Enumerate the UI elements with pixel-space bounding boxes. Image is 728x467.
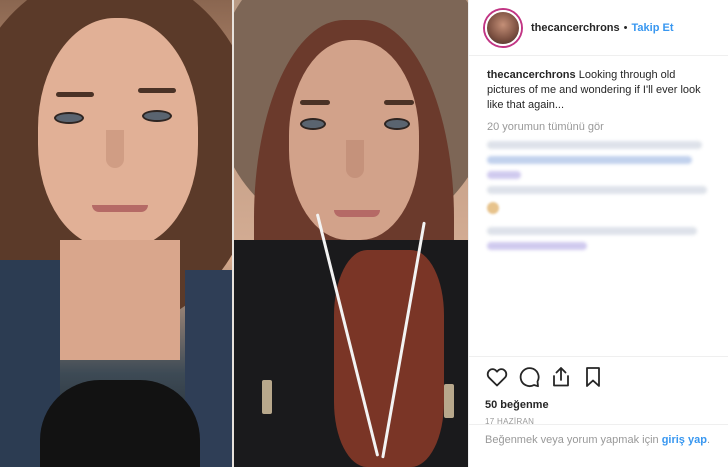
caption: thecancerchrons Looking through old pict… — [487, 68, 715, 113]
caption-username[interactable]: thecancerchrons — [487, 69, 576, 81]
login-prompt: Beğenmek veya yorum yapmak için giriş ya… — [469, 424, 728, 467]
eye — [142, 110, 172, 122]
brow — [384, 100, 414, 105]
separator-dot: • — [623, 21, 628, 34]
login-prompt-text: Beğenmek veya yorum yapmak için — [485, 434, 662, 446]
header-username[interactable]: thecancerchrons — [531, 22, 620, 34]
nose — [106, 130, 124, 168]
mouth — [92, 205, 148, 212]
blurred-comment-line — [487, 156, 692, 164]
photo-left-selfie — [0, 0, 232, 467]
post-actions: 50 beğenme 17 HAZİRAN — [469, 356, 728, 426]
post-photo[interactable] — [0, 0, 468, 467]
share-icon[interactable] — [549, 365, 573, 389]
blurred-comments — [487, 141, 715, 250]
blurred-comment-line — [487, 141, 702, 149]
eye — [54, 112, 84, 124]
post-sidebar: thecancerchrons • Takip Et thecancerchro… — [468, 0, 728, 467]
view-all-comments-link[interactable]: 20 yorumun tümünü gör — [487, 121, 715, 133]
comment-icon[interactable] — [517, 365, 541, 389]
neck — [60, 240, 180, 360]
eye — [300, 118, 326, 130]
follow-button[interactable]: Takip Et — [632, 22, 674, 34]
blurred-comment-line — [487, 186, 707, 194]
avatar[interactable] — [485, 9, 521, 46]
blurred-comment-line — [487, 171, 521, 179]
action-icons-row — [485, 365, 713, 389]
mouth — [334, 210, 380, 217]
black-top — [40, 380, 200, 467]
jacket-zipper — [262, 380, 272, 414]
post-header: thecancerchrons • Takip Et — [469, 0, 728, 56]
blurred-comment-line — [487, 227, 697, 235]
heart-icon[interactable] — [485, 365, 509, 389]
comments-section: thecancerchrons Looking through old pict… — [487, 68, 715, 257]
nose — [346, 140, 364, 178]
likes-count[interactable]: 50 beğenme — [485, 399, 713, 411]
photo-right-selfie — [234, 0, 468, 467]
hair-strands — [334, 250, 444, 467]
jacket-zipper — [444, 384, 454, 418]
login-prompt-suffix: . — [706, 434, 710, 446]
blurred-comment-line — [487, 242, 587, 250]
brow — [138, 88, 176, 93]
eye — [384, 118, 410, 130]
brow — [56, 92, 94, 97]
bookmark-icon[interactable] — [581, 365, 605, 389]
brow — [300, 100, 330, 105]
login-link[interactable]: giriş yap — [662, 434, 707, 446]
blurred-emoji — [487, 202, 499, 214]
instagram-post: thecancerchrons • Takip Et thecancerchro… — [0, 0, 728, 467]
